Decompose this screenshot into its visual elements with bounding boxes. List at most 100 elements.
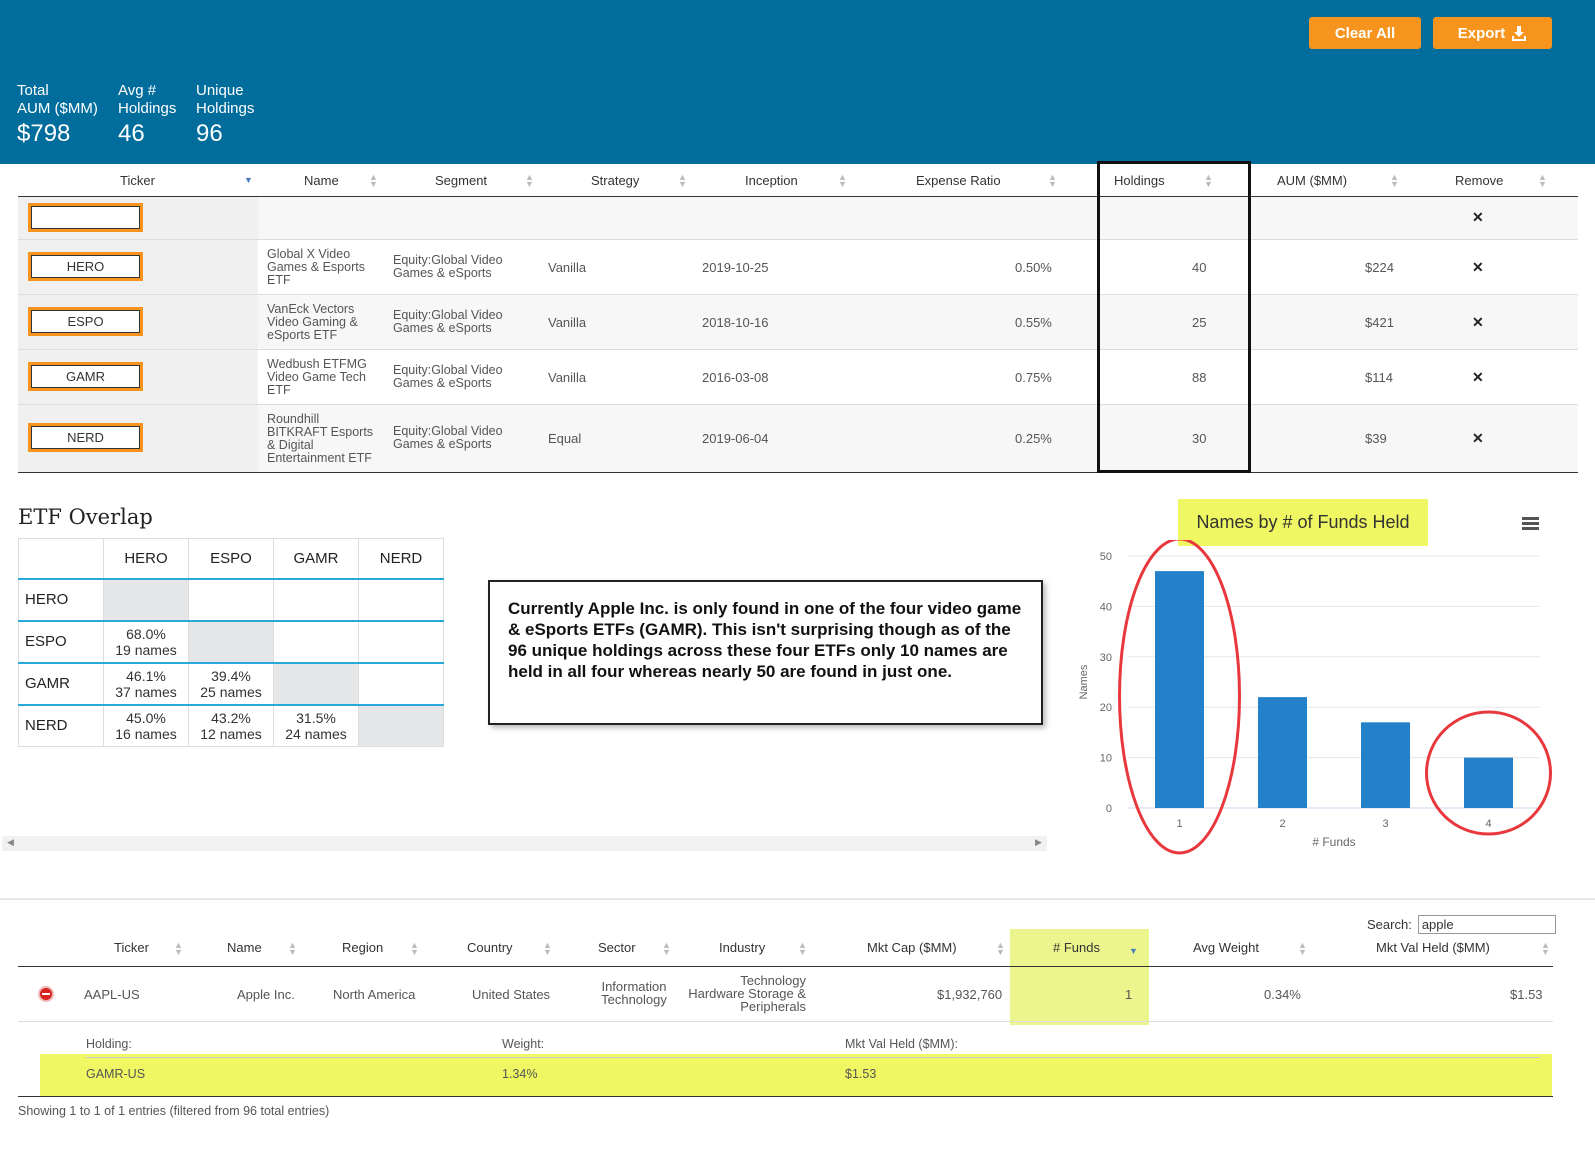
sort-desc-icon[interactable]: ▼ [1129, 947, 1138, 956]
column-header-industry[interactable]: Industry [719, 938, 765, 958]
close-icon[interactable]: ✕ [1472, 209, 1484, 226]
collapse-row-icon[interactable] [38, 986, 54, 1002]
column-header-avg-weight[interactable]: Avg Weight [1193, 938, 1259, 958]
chart-title: Names by # of Funds Held [1178, 499, 1428, 546]
matrix-col-header: HERO [103, 538, 189, 579]
etf-segment: Equity:Global Video Games & eSports [393, 308, 503, 335]
annotation-callout: Currently Apple Inc. is only found in on… [488, 580, 1043, 725]
sort-icon[interactable]: ▲ ▼ [662, 941, 671, 957]
search-input[interactable]: apple [1417, 915, 1556, 934]
overlap-pct: 43.2% [211, 709, 251, 726]
sort-icon[interactable]: ▲ ▼ [288, 941, 297, 957]
column-header-sector[interactable]: Sector [598, 938, 636, 958]
sort-icon[interactable]: ▲ ▼ [1048, 173, 1057, 189]
clear-all-button[interactable]: Clear All [1309, 17, 1421, 49]
overlap-names: 24 names [285, 725, 347, 742]
y-tick-label: 40 [1100, 601, 1112, 613]
sort-icon[interactable]: ▲ ▼ [678, 173, 687, 189]
column-header-inception[interactable]: Inception [745, 166, 798, 196]
bar [1155, 571, 1204, 808]
etf-name: VanEck Vectors Video Gaming & eSports ET… [267, 302, 358, 342]
close-icon[interactable]: ✕ [1472, 259, 1484, 276]
etf-strategy: Vanilla [548, 260, 587, 275]
table-row[interactable]: AAPL-US Apple Inc. North America United … [18, 968, 1553, 1022]
horizontal-scrollbar[interactable]: ◀ ▶ [2, 836, 1047, 851]
matrix-cell [358, 577, 444, 621]
ticker-field[interactable]: GAMR [28, 362, 143, 391]
sort-desc-icon[interactable]: ▼ [244, 176, 253, 185]
close-icon[interactable]: ✕ [1472, 314, 1484, 331]
export-button[interactable]: Export [1433, 17, 1552, 49]
overlap-names: 19 names [115, 641, 177, 658]
sort-icon[interactable]: ▲ ▼ [798, 941, 807, 957]
scroll-right-icon[interactable]: ▶ [1035, 837, 1042, 848]
column-header-strategy[interactable]: Strategy [591, 166, 639, 196]
dashboard-header: Clear All Export Total AUM ($MM) $798 Av… [0, 0, 1595, 164]
column-header-aum[interactable]: AUM ($MM) [1277, 166, 1347, 196]
sort-icon[interactable]: ▲ ▼ [838, 173, 847, 189]
etf-row: HERO Global X Video Games & Esports ETF … [18, 240, 1578, 295]
sort-icon[interactable]: ▲ ▼ [1541, 941, 1550, 957]
ticker-field[interactable]: HERO [28, 252, 143, 281]
column-header-ticker[interactable]: Ticker [120, 166, 155, 196]
etf-inception: 2016-03-08 [702, 370, 769, 385]
sort-icon[interactable]: ▲ ▼ [1298, 941, 1307, 957]
detail-mktval: $1.53 [845, 1067, 877, 1081]
detail-mktval-label: Mkt Val Held ($MM): [845, 1037, 958, 1051]
scroll-left-icon[interactable]: ◀ [7, 837, 14, 848]
unique-holdings-stat: Unique Holdings 96 [196, 82, 254, 148]
sort-icon[interactable]: ▲ ▼ [410, 941, 419, 957]
ticker-field[interactable]: NERD [28, 423, 143, 452]
matrix-col-header: GAMR [273, 538, 359, 579]
column-header-ticker[interactable]: Ticker [114, 938, 149, 958]
column-header-expense-ratio[interactable]: Expense Ratio [916, 166, 1001, 196]
bar [1464, 757, 1513, 808]
sort-icon[interactable]: ▲ ▼ [174, 941, 183, 957]
column-header-country[interactable]: Country [467, 938, 513, 958]
column-header-segment[interactable]: Segment [435, 166, 487, 196]
etf-name: Roundhill BITKRAFT Esports & Digital Ent… [267, 412, 374, 465]
detail-holding: GAMR-US [86, 1067, 146, 1081]
sort-icon[interactable]: ▲ ▼ [369, 173, 378, 189]
close-icon[interactable]: ✕ [1472, 430, 1484, 447]
column-header-name[interactable]: Name [227, 938, 262, 958]
table-bottom-border [18, 1096, 1553, 1097]
sort-icon[interactable]: ▲ ▼ [525, 173, 534, 189]
stat-value: 96 [196, 120, 223, 147]
matrix-cell [358, 619, 444, 663]
etf-aum: $39 [1365, 431, 1387, 446]
close-icon[interactable]: ✕ [1472, 369, 1484, 386]
holding-sector: Information Technology [601, 979, 667, 1007]
etf-row: ESPO VanEck Vectors Video Gaming & eSpor… [18, 295, 1578, 350]
x-axis-label: # Funds [1312, 835, 1355, 849]
matrix-cell: 46.1% 37 names [103, 661, 189, 705]
etf-name: Global X Video Games & Esports ETF [267, 247, 365, 287]
sort-icon[interactable]: ▲ ▼ [996, 941, 1005, 957]
matrix-row-header: NERD [18, 703, 104, 747]
etf-strategy: Equal [548, 431, 582, 446]
sort-icon[interactable]: ▲ ▼ [1390, 173, 1399, 189]
ticker-field[interactable]: ESPO [28, 307, 143, 336]
etf-strategy: Vanilla [548, 370, 587, 385]
matrix-diagonal-cell [358, 703, 444, 747]
etf-aum: $421 [1365, 315, 1394, 330]
overlap-pct: 46.1% [126, 667, 166, 684]
matrix-cell [358, 661, 444, 705]
column-header-remove[interactable]: Remove [1455, 166, 1503, 196]
ticker-value: GAMR [66, 369, 105, 384]
ticker-input[interactable] [28, 203, 143, 232]
column-header-mkt-cap[interactable]: Mkt Cap ($MM) [867, 938, 957, 958]
matrix-cell: 39.4% 25 names [188, 661, 274, 705]
hamburger-menu-icon[interactable] [1522, 517, 1539, 531]
column-header-mkt-val-held[interactable]: Mkt Val Held ($MM) [1376, 938, 1490, 958]
sort-icon[interactable]: ▲ ▼ [1538, 173, 1547, 189]
matrix-row-header: GAMR [18, 661, 104, 705]
etf-inception: 2018-10-16 [702, 315, 769, 330]
detail-divider [85, 1057, 1540, 1058]
column-header-region[interactable]: Region [342, 938, 383, 958]
etf-row: GAMR Wedbush ETFMG Video Game Tech ETF E… [18, 350, 1578, 405]
column-header-funds[interactable]: # Funds [1053, 938, 1100, 958]
sort-icon[interactable]: ▲ ▼ [543, 941, 552, 957]
detail-weight-label: Weight: [502, 1037, 545, 1051]
column-header-name[interactable]: Name [304, 166, 339, 196]
